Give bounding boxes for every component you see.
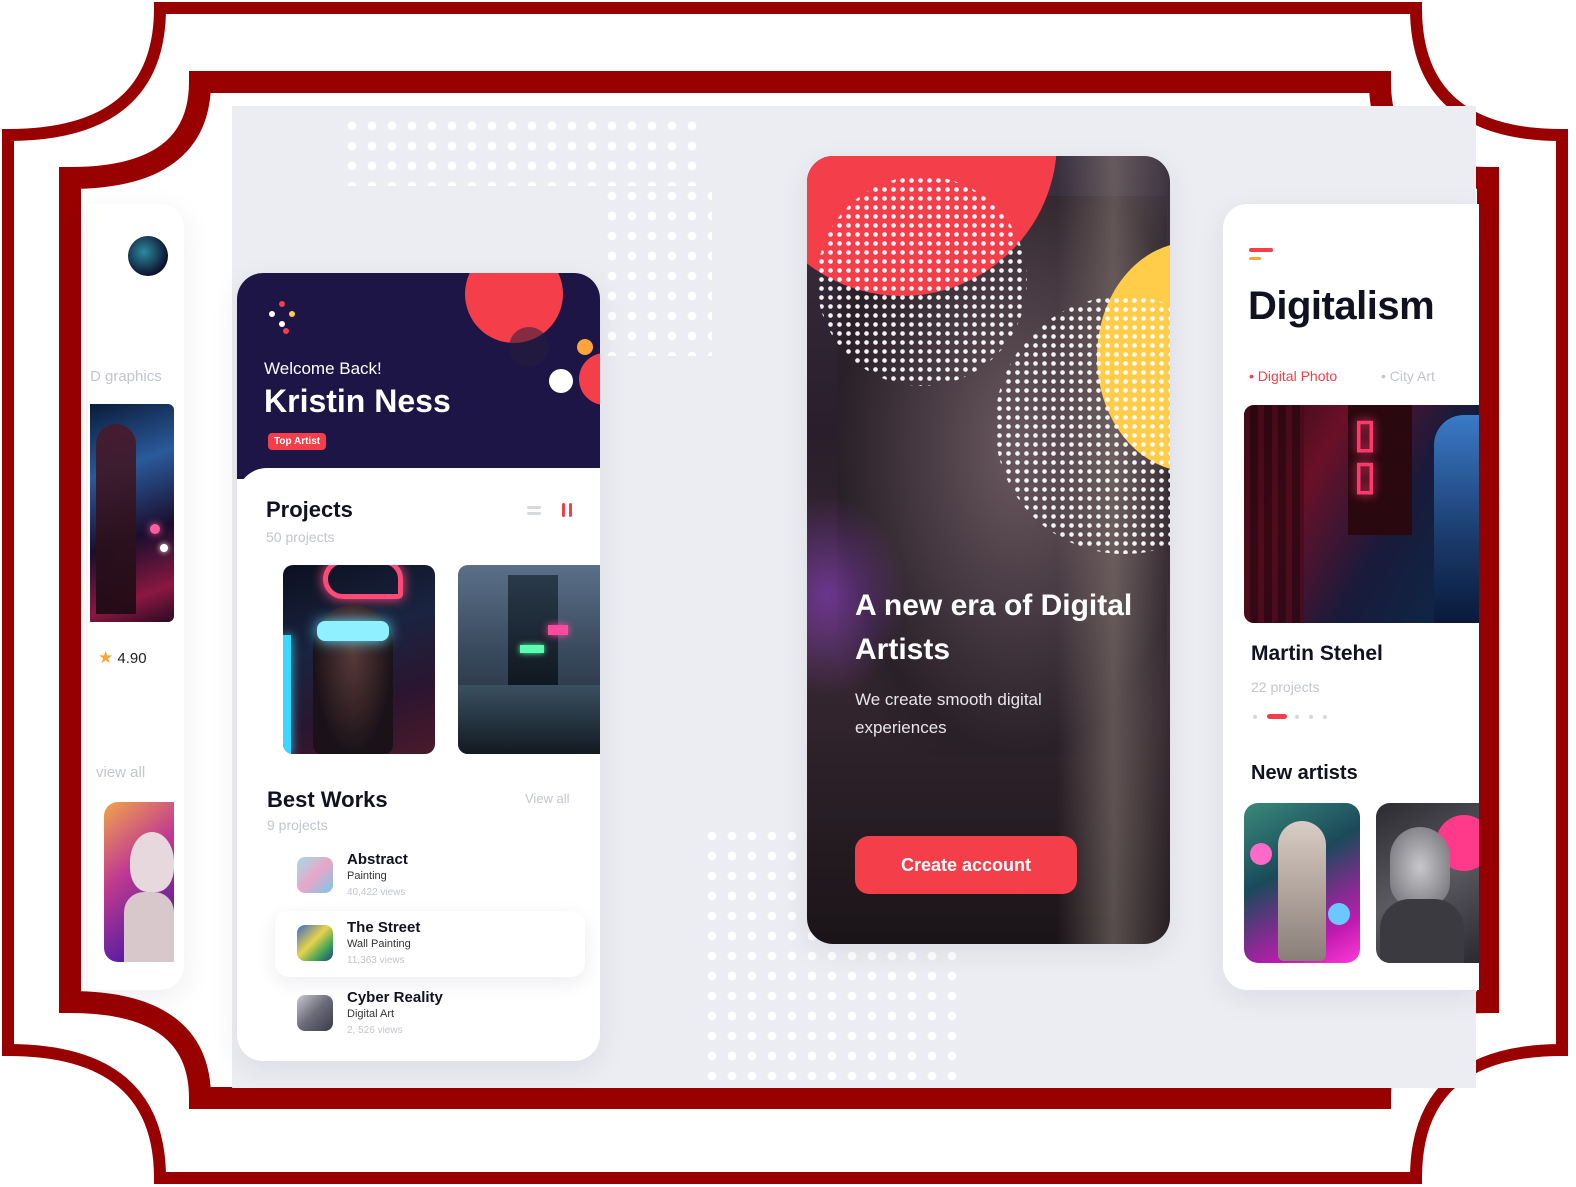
deco-circle-red-small xyxy=(579,353,600,405)
category-label: D graphics xyxy=(90,368,162,385)
hero-headline-line1: A new era of Digital xyxy=(855,589,1133,622)
new-artist-photo-statue[interactable] xyxy=(1244,803,1360,963)
list-item[interactable]: The Street Wall Painting 11,363 views xyxy=(275,911,585,977)
carousel-pager[interactable] xyxy=(1253,714,1353,720)
best-works-title: Best Works xyxy=(267,787,388,812)
best-works-count: 9 projects xyxy=(267,817,328,833)
work-views: 2, 526 views xyxy=(347,1025,403,1036)
artist-name: Martin Stehel xyxy=(1251,642,1383,665)
tab-city-art[interactable]: • City Art xyxy=(1381,368,1435,384)
thumbnail xyxy=(297,857,333,893)
deco-dotted-circle xyxy=(817,176,1027,386)
city-night-photo[interactable] xyxy=(90,404,174,622)
thumbnail xyxy=(297,925,333,961)
hero-subtitle-line1: We create smooth digital xyxy=(855,690,1042,709)
work-views: 11,363 views xyxy=(347,955,405,966)
work-subtitle: Painting xyxy=(347,870,387,882)
avatar[interactable] xyxy=(128,236,168,276)
deco-circle-orange xyxy=(577,339,593,355)
projects-title: Projects xyxy=(266,497,353,522)
list-view-icon[interactable] xyxy=(527,505,541,517)
hero-card: A new era of Digital Artists We create s… xyxy=(807,156,1170,944)
create-account-button[interactable]: Create account xyxy=(855,836,1077,894)
tab-digital-photo[interactable]: • Digital Photo xyxy=(1249,368,1337,384)
profile-name: Kristin Ness xyxy=(264,383,451,419)
view-all-link[interactable]: view all xyxy=(96,764,145,781)
project-photo-neon-girl[interactable] xyxy=(283,565,435,754)
rating: ★ 4.90 xyxy=(98,648,147,667)
grid-view-icon[interactable] xyxy=(561,503,573,517)
work-subtitle: Wall Painting xyxy=(347,938,411,950)
top-artist-badge: Top Artist xyxy=(268,433,327,450)
dot-pattern-top xyxy=(342,116,702,186)
work-title: The Street xyxy=(347,919,421,936)
purple-portrait-photo[interactable] xyxy=(104,802,174,962)
menu-icon[interactable] xyxy=(1249,248,1273,262)
welcome-text: Welcome Back! xyxy=(264,359,382,378)
work-subtitle: Digital Art xyxy=(347,1008,395,1020)
featured-artist-photo[interactable]: ▯ ▯ xyxy=(1244,405,1479,623)
projects-count: 50 projects xyxy=(266,529,335,545)
hero-subtitle: We create smooth digital experiences xyxy=(855,686,1042,742)
best-works-list: Abstract Painting 40,422 views The Stree… xyxy=(275,843,585,1043)
view-all-link[interactable]: View all xyxy=(525,791,570,806)
work-views: 40,422 views xyxy=(347,887,406,898)
new-artists-title: New artists xyxy=(1251,762,1358,784)
deco-circle-white xyxy=(549,369,573,393)
hero-subtitle-line2: experiences xyxy=(855,718,947,737)
profile-card: Welcome Back! Kristin Ness Top Artist Pr… xyxy=(237,273,600,1061)
deco-circle-shadow xyxy=(509,327,549,367)
list-item[interactable]: Cyber Reality Digital Art 2, 526 views xyxy=(275,981,585,1047)
right-partial-card: Digitalism • Digital Photo • City Art ▯ ▯… xyxy=(1223,204,1479,990)
page-title: Digitalism xyxy=(1248,284,1435,328)
project-photo-city-street[interactable] xyxy=(458,565,600,754)
work-title: Cyber Reality xyxy=(347,989,443,1006)
list-item[interactable]: Abstract Painting 40,422 views xyxy=(275,843,585,909)
app-logo-icon xyxy=(269,301,301,335)
dot-pattern-top-right xyxy=(602,186,712,356)
hero-headline-line2: Artists xyxy=(855,633,951,666)
neon-sign: ▯ ▯ xyxy=(1354,412,1377,498)
hero-headline: A new era of Digital Artists xyxy=(855,584,1132,672)
left-partial-card: D graphics ★ 4.90 view all xyxy=(88,204,184,990)
star-icon: ★ xyxy=(98,648,114,667)
artist-projects: 22 projects xyxy=(1251,679,1320,695)
work-title: Abstract xyxy=(347,851,408,868)
profile-header: Welcome Back! Kristin Ness Top Artist xyxy=(237,273,600,479)
showcase-stage: D graphics ★ 4.90 view all Welcome Back!… xyxy=(0,0,1576,1187)
thumbnail xyxy=(297,995,333,1031)
new-artist-photo-portrait[interactable] xyxy=(1376,803,1479,963)
header-curve xyxy=(237,468,600,498)
